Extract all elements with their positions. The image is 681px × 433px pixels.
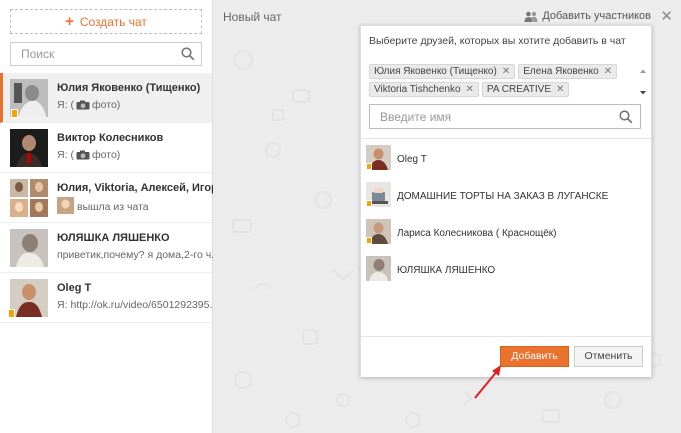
avatar — [10, 279, 48, 317]
chat-name: Oleg T — [57, 282, 92, 294]
friend-item[interactable]: Лариса Колесникова ( Краснощёк) — [366, 219, 646, 250]
chat-item[interactable]: Юлия Яковенко (Тищенко) Я: ( фото ) — [0, 73, 212, 123]
last-message-prefix: Я: — [57, 99, 68, 111]
last-message-text: http://ok.ru/video/6501292395... — [70, 299, 219, 311]
friend-item[interactable]: ДОМАШНИЕ ТОРТЫ НА ЗАКАЗ В ЛУГАНСКЕ — [366, 182, 646, 213]
create-chat-button[interactable]: + Создать чат — [10, 9, 202, 34]
popup-footer: Добавить Отменить — [361, 336, 651, 377]
search-icon — [181, 47, 195, 61]
friend-name: ДОМАШНИЕ ТОРТЫ НА ЗАКАЗ В ЛУГАНСКЕ — [397, 191, 609, 202]
last-message-prefix: Я: — [57, 149, 68, 161]
divider — [361, 138, 651, 139]
chat-search-input[interactable] — [19, 43, 183, 65]
last-message-text: фото — [92, 99, 117, 111]
last-message-text: фото — [92, 149, 117, 161]
friend-search-field[interactable] — [369, 104, 641, 129]
chat-name: ЮЛЯШКА ЛЯШЕНКО — [57, 232, 170, 244]
selected-tag: PA CREATIVE ✕ — [481, 82, 570, 97]
tag-scrollbar[interactable] — [639, 68, 647, 96]
online-indicator — [366, 163, 372, 170]
last-message-text: приветик,почему? я дома,2-го ч... — [57, 249, 220, 261]
chat-item[interactable]: ЮЛЯШКА ЛЯШЕНКО приветик,почему? я дома,2… — [0, 223, 220, 273]
chat-name: Юлия, Viktoria, Алексей, Игорь — [57, 182, 225, 194]
create-chat-label: Создать чат — [79, 14, 147, 29]
selected-tag: Юлия Яковенко (Тищенко) ✕ — [369, 64, 516, 79]
friend-name-input[interactable] — [378, 109, 612, 125]
chat-search-field[interactable] — [10, 42, 202, 66]
tag-label: Юлия Яковенко (Тищенко) — [374, 66, 497, 77]
online-indicator — [366, 200, 372, 207]
tag-label: Viktoria Tishchenko — [374, 84, 461, 95]
chat-item[interactable]: Oleg T Я: http://ok.ru/video/6501292395.… — [0, 273, 218, 323]
chat-sidebar: + Создать чат Юлия Яковенко (Тищенко) Я:… — [0, 0, 225, 433]
remove-tag-icon[interactable]: ✕ — [556, 84, 564, 95]
tag-label: PA CREATIVE — [486, 84, 552, 95]
chat-title: Новый чат — [223, 10, 282, 24]
friend-list: Oleg T ДОМАШНИЕ ТОРТЫ НА ЗАКАЗ В ЛУГАНСК… — [366, 145, 646, 293]
remove-tag-icon[interactable]: ✕ — [604, 66, 612, 77]
remove-tag-icon[interactable]: ✕ — [466, 84, 474, 95]
chat-item[interactable]: Юлия, Viktoria, Алексей, Игорь вышла из … — [0, 173, 225, 223]
selected-tag: Viktoria Tishchenko ✕ — [369, 82, 479, 97]
chat-last-message: Я: ( фото ) — [57, 149, 121, 161]
chat-last-message: вышла из чата — [57, 197, 149, 214]
add-participants-button[interactable]: Добавить участников — [524, 10, 651, 22]
camera-icon — [76, 100, 90, 110]
online-indicator — [11, 109, 18, 118]
remove-tag-icon[interactable]: ✕ — [502, 66, 510, 77]
friend-item[interactable]: ЮЛЯШКА ЛЯШЕНКО — [366, 256, 646, 287]
camera-icon — [76, 150, 90, 160]
member-avatar — [57, 197, 74, 214]
plus-icon: + — [65, 13, 74, 30]
last-message-prefix: Я: — [57, 299, 68, 311]
search-icon — [619, 110, 633, 124]
chat-last-message: Я: ( фото ) — [57, 99, 121, 111]
tag-label: Елена Яковенко — [523, 66, 599, 77]
online-indicator — [366, 237, 372, 244]
chat-name: Юлия Яковенко (Тищенко) — [57, 82, 201, 94]
friend-name: Oleg T — [397, 154, 427, 165]
add-button[interactable]: Добавить — [500, 346, 569, 367]
friend-name: ЮЛЯШКА ЛЯШЕНКО — [397, 265, 496, 276]
avatar — [10, 229, 48, 267]
close-icon[interactable]: ✕ — [660, 7, 673, 25]
chat-last-message: приветик,почему? я дома,2-го ч... — [57, 249, 220, 261]
selected-friends-tags: Юлия Яковенко (Тищенко) ✕ Елена Яковенко ✕… — [369, 64, 639, 97]
cancel-button[interactable]: Отменить — [574, 346, 643, 367]
add-friends-popup: Выберите друзей, которых вы хотите добав… — [360, 25, 652, 377]
group-avatar — [10, 179, 48, 217]
friend-name: Лариса Колесникова ( Краснощёк) — [397, 228, 557, 239]
chat-last-message: Я: http://ok.ru/video/6501292395... — [57, 299, 218, 311]
users-icon — [524, 11, 538, 22]
avatar — [10, 129, 48, 167]
annotation-arrow-icon — [474, 365, 501, 399]
chat-name: Виктор Колесников — [57, 132, 164, 144]
friend-item[interactable]: Oleg T — [366, 145, 646, 176]
add-participants-label: Добавить участников — [542, 10, 651, 22]
last-message-text: вышла из чата — [77, 200, 149, 213]
online-indicator — [8, 309, 15, 318]
avatar — [366, 256, 391, 281]
chat-item[interactable]: Виктор Колесников Я: ( фото ) — [0, 123, 212, 173]
chat-list: Юлия Яковенко (Тищенко) Я: ( фото ) Викт… — [0, 73, 225, 323]
selected-tag: Елена Яковенко ✕ — [518, 64, 618, 79]
popup-title: Выберите друзей, которых вы хотите добав… — [369, 35, 626, 47]
